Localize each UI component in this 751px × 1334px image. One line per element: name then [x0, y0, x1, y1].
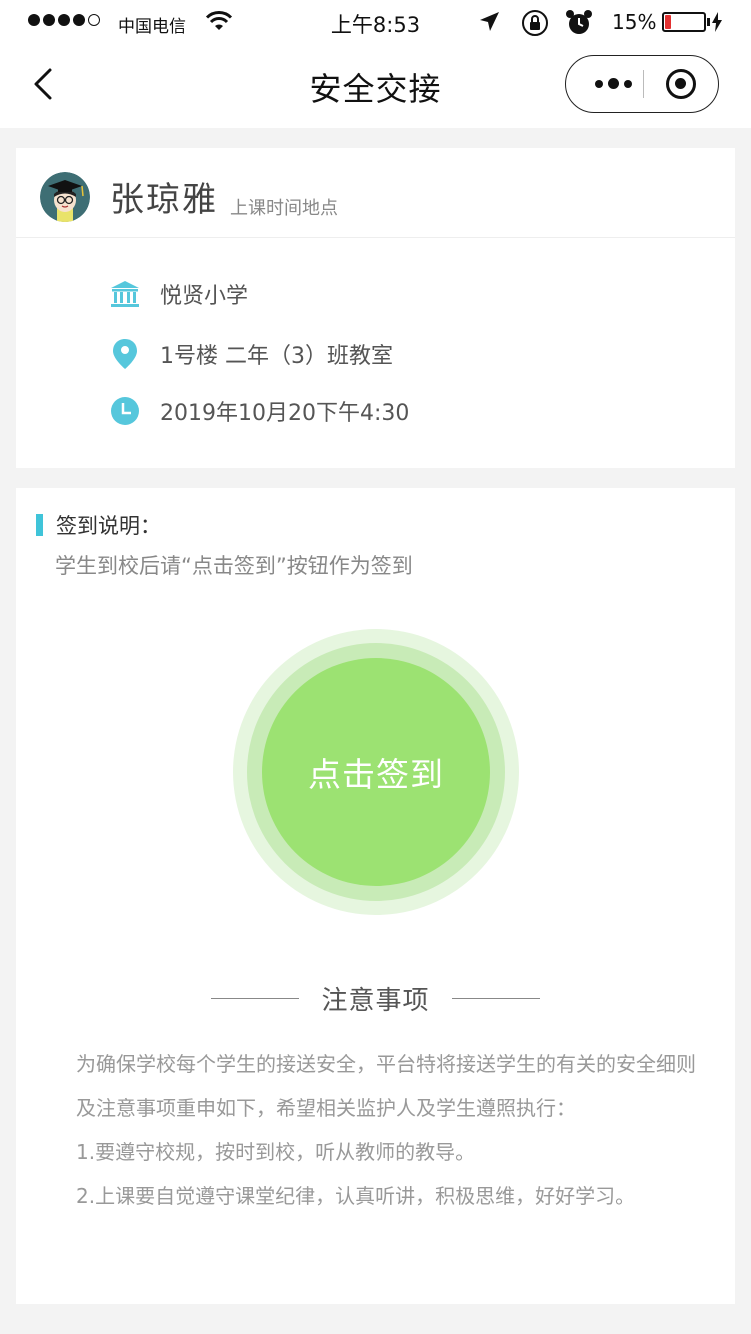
divider-right [451, 998, 540, 999]
mini-program-capsule [565, 55, 719, 113]
more-dot-right [623, 79, 632, 88]
accent-bar [36, 514, 43, 536]
school-icon [110, 278, 140, 310]
more-button[interactable] [582, 56, 644, 111]
instruction-heading: 签到说明： [36, 510, 161, 540]
notice-item: 2.上课要自觉遵守课堂纪律，认真听讲，积极思维，好好学习。 [76, 1184, 636, 1208]
instruction-text: 学生到校后请“点击签到”按钮作为签到 [55, 554, 413, 578]
info-location: 1号楼 二年（3）班教室 [110, 336, 393, 372]
checkin-button[interactable]: 点击签到 [262, 658, 490, 886]
location-arrow-icon [477, 10, 501, 38]
divider-left [211, 998, 300, 999]
teacher-info-card: 张琼雅 上课时间地点 悦贤小学 1号楼 二年（3）班教室 2019年10月20下… [16, 148, 735, 468]
notice-body: 为确保学校每个学生的接送安全，平台特将接送学生的有关的安全细则及注意事项重申如下… [76, 1042, 696, 1218]
instruction-title: 签到说明： [56, 514, 161, 538]
battery-tip [707, 18, 710, 26]
teacher-row: 张琼雅 上课时间地点 [16, 148, 735, 238]
classroom-location: 1号楼 二年（3）班教室 [160, 344, 393, 369]
alarm-clock-icon [564, 8, 594, 42]
info-time: 2019年10月20下午4:30 [110, 393, 409, 429]
info-school: 悦贤小学 [110, 276, 248, 312]
class-time: 2019年10月20下午4:30 [160, 401, 410, 426]
status-bar: 中国电信 上午8:53 15% [0, 0, 751, 46]
battery-percent: 15% [612, 10, 657, 34]
notice-paragraph: 为确保学校每个学生的接送安全，平台特将接送学生的有关的安全细则及注意事项重申如下… [76, 1052, 696, 1120]
checkin-card: 签到说明： 学生到校后请“点击签到”按钮作为签到 点击签到 注意事项 为确保学校… [16, 488, 735, 1304]
avatar [40, 172, 90, 222]
clock-icon [110, 395, 140, 427]
teacher-subtitle: 上课时间地点 [230, 198, 338, 219]
rotation-lock-icon [520, 8, 550, 42]
close-miniprogram-button[interactable] [666, 69, 696, 99]
notice-title: 注意事项 [321, 986, 430, 1016]
charging-bolt-icon [712, 12, 722, 36]
notice-item: 1.要遵守校规，按时到校，听从教师的教导。 [76, 1140, 476, 1164]
more-dot-center [607, 78, 619, 89]
battery-icon [662, 12, 706, 32]
teacher-name: 张琼雅 [110, 180, 218, 220]
notice-heading: 注意事项 [16, 980, 735, 1017]
location-pin-icon [110, 338, 140, 370]
capsule-divider [643, 70, 644, 98]
more-dots-icon [594, 79, 603, 88]
nav-bar: 安全交接 [0, 46, 751, 128]
school-name: 悦贤小学 [160, 284, 249, 309]
